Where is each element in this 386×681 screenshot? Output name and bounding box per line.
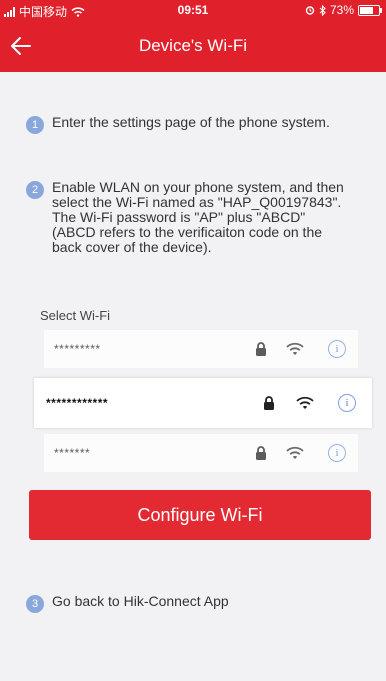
wifi-icon bbox=[286, 342, 304, 355]
step-number-badge: 3 bbox=[26, 595, 44, 613]
step-1: 1 Enter the settings page of the phone s… bbox=[26, 115, 366, 134]
info-icon[interactable]: i bbox=[328, 340, 346, 358]
step-3: 3 Go back to Hik-Connect App bbox=[26, 594, 366, 613]
content-area: 1 Enter the settings page of the phone s… bbox=[0, 72, 386, 681]
wifi-list-item[interactable]: ********* i bbox=[44, 330, 358, 368]
bluetooth-icon bbox=[319, 4, 326, 16]
step-2: 2 Enable WLAN on your phone system, and … bbox=[26, 180, 351, 255]
wifi-list-item-selected[interactable]: ************ i bbox=[34, 378, 372, 428]
lock-icon bbox=[256, 342, 266, 356]
wifi-icon bbox=[296, 396, 314, 409]
step-1-text: Enter the settings page of the phone sys… bbox=[52, 114, 330, 130]
step-3-text: Go back to Hik-Connect App bbox=[52, 593, 229, 609]
info-icon[interactable]: i bbox=[328, 444, 346, 462]
status-bar: 中国移动 09:51 73% bbox=[0, 0, 386, 20]
battery-icon bbox=[358, 4, 382, 16]
wifi-icon bbox=[286, 446, 304, 459]
alarm-icon bbox=[305, 6, 315, 15]
lock-icon bbox=[264, 396, 274, 410]
lock-icon bbox=[256, 446, 266, 460]
wifi-name: ******* bbox=[54, 446, 91, 460]
status-right: 73% bbox=[305, 3, 382, 17]
battery-percent: 73% bbox=[329, 3, 354, 17]
step-number-badge: 2 bbox=[26, 181, 44, 199]
wifi-list-item[interactable]: ******* i bbox=[44, 434, 358, 472]
page-title: Device's Wi-Fi bbox=[138, 36, 248, 55]
wifi-name: ********* bbox=[54, 342, 101, 356]
step-2-text: Enable WLAN on your phone system, and th… bbox=[52, 179, 344, 255]
info-icon[interactable]: i bbox=[338, 394, 356, 412]
nav-bar: Device's Wi-Fi bbox=[0, 20, 386, 72]
configure-wifi-button[interactable]: Configure Wi-Fi bbox=[29, 490, 371, 540]
wifi-name: ************ bbox=[46, 396, 109, 410]
select-wifi-label: Select Wi-Fi bbox=[40, 308, 111, 323]
step-number-badge: 1 bbox=[26, 116, 44, 134]
battery-fill bbox=[360, 6, 373, 14]
